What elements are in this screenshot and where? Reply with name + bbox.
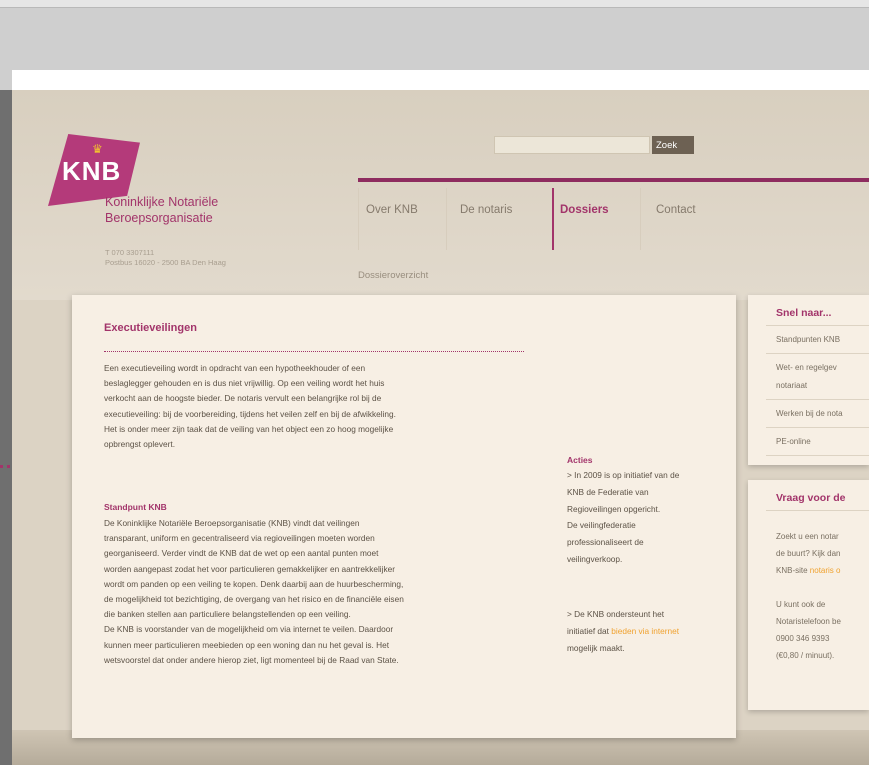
postal-address: Postbus 16020 - 2500 BA Den Haag [105,258,226,267]
search-input[interactable] [494,136,650,154]
text-line: opbrengst oplevert. [104,439,176,450]
divider [766,399,869,400]
text-line: > In 2009 is op initiatief van de [567,470,680,480]
text-line: kunnen meer particulieren meebieden op e… [104,639,390,650]
text-line: beslaglegger gehouden en is dus niet vri… [104,378,385,389]
phone-number: T 070 3307111 [105,248,155,257]
browser-top-band [0,0,869,8]
text-line: U kunt ook de [776,600,826,609]
text-line: Zoekt u een notar [776,532,839,541]
quicklink-notariaat[interactable]: notariaat [776,379,807,393]
window-bar [12,70,869,90]
text-line: de buurt? Kijk dan [776,549,841,558]
standpunt-heading: Standpunt KNB [104,502,167,512]
content-panel: Executieveilingen Een executieveiling wo… [72,295,736,738]
text-line: executieveiling: bij de voorbereiding, t… [104,408,396,419]
text-line: KNB-site notaris o [776,562,841,579]
org-name-line1: Koninklijke Notariële [105,195,219,209]
standpunt-paragraph: De Koninklijke Notariële Beroepsorganisa… [104,516,534,668]
logo-text: KNB [62,156,122,186]
question-panel: Vraag voor de Zoekt u een notar de buurt… [748,480,869,710]
nav-divider-active [552,188,554,250]
nav-divider [358,188,359,250]
left-frame [0,90,12,765]
text-line: de mogelijkheid tot bezichtiging, de ove… [104,594,404,605]
divider [766,353,869,354]
bieden-via-internet-link[interactable]: bieden via internet [611,626,679,636]
divider [766,510,869,511]
divider [766,455,869,456]
nav-item-de-notaris[interactable]: De notaris [460,204,512,216]
text-line: transparant, uniform en gecentraliseerd … [104,533,375,544]
question-text: Zoekt u een notar de buurt? Kijk dan KNB… [776,528,841,579]
divider [766,325,869,326]
text-line: initiatief dat bieden via internet [567,623,732,640]
org-name-line2: Beroepsorganisatie [105,211,213,225]
text-line: > De KNB ondersteunt het [567,609,665,619]
nav-top-line [358,178,869,182]
text-line: De KNB is voorstander van de mogelijkhei… [104,624,394,635]
text-line: Een executieveiling wordt in opdracht va… [104,363,366,373]
acties-heading: Acties [567,455,593,465]
text-line: De Koninklijke Notariële Beroepsorganisa… [104,518,360,528]
text-line: die banken stellen aan particuliere bela… [104,609,351,620]
nav-divider [446,188,447,250]
text-line: KNB de Federatie van [567,486,649,497]
text-fragment: initiatief dat [567,625,612,636]
subnav-dossieroverzicht[interactable]: Dossieroverzicht [358,270,428,281]
text-line: mogelijk maakt. [567,642,625,653]
text-line: De veilingfederatie [567,520,636,531]
text-line: Notaristelefoon be [776,617,841,626]
quicklink-werken-bij[interactable]: Werken bij de nota [776,407,843,421]
acties-block2: > De KNB ondersteunt het initiatief dat … [567,606,732,656]
text-fragment: KNB-site [776,566,810,575]
text-line: verkocht aan de hoogste bieder. De notar… [104,393,382,404]
divider [766,427,869,428]
text-line: (€0,80 / minuut). [776,651,835,660]
text-line: Het is onder meer zijn taak dat de veili… [104,423,394,434]
intro-paragraph: Een executieveiling wordt in opdracht va… [104,361,524,452]
phone-number: 0900 346 9393 [776,634,830,643]
contact-info: T 070 3307111 Postbus 16020 - 2500 BA De… [105,248,226,268]
quicklink-standpunten[interactable]: Standpunten KNB [776,333,840,347]
text-line: wetsvoorstel dat onder andere hierop zie… [104,654,399,665]
text-line: veilingverkoop. [567,553,623,564]
nav-item-over-knb[interactable]: Over KNB [366,204,418,216]
text-line: professionaliseert de [567,537,644,548]
page-title: Executieveilingen [104,322,197,334]
notaris-link[interactable]: notaris o [810,566,841,575]
acties-block1: > In 2009 is op initiatief van de KNB de… [567,467,732,568]
crown-icon: ♛ [92,142,103,156]
org-name: Koninklijke Notariële Beroepsorganisatie [105,194,275,226]
question-title: Vraag voor de [776,492,846,504]
text-line: wordt om panden op een veiling te kopen.… [104,578,404,589]
nav-item-contact[interactable]: Contact [656,204,696,216]
quicklinks-title: Snel naar... [776,307,832,319]
text-line: worden aangepast zodat het voor particul… [104,563,396,574]
quicklinks-panel: Snel naar... Standpunten KNB Wet- en reg… [748,295,869,465]
quicklink-pe-online[interactable]: PE-online [776,435,811,449]
search-button[interactable]: Zoek [652,136,694,154]
quicklink-wet-regelgeving[interactable]: Wet- en regelgev [776,361,837,375]
nav-item-dossiers[interactable]: Dossiers [560,204,609,216]
notaristelefoon-text: U kunt ook de Notaristelefoon be 0900 34… [776,596,841,664]
text-line: georganiseerd. Verder vindt de KNB dat d… [104,548,379,559]
title-divider [104,351,524,352]
text-line: Regioveilingen opgericht. [567,503,661,514]
web-page: ♛ KNB Koninklijke Notariële Beroepsorgan… [12,90,869,765]
nav-divider [640,188,641,250]
